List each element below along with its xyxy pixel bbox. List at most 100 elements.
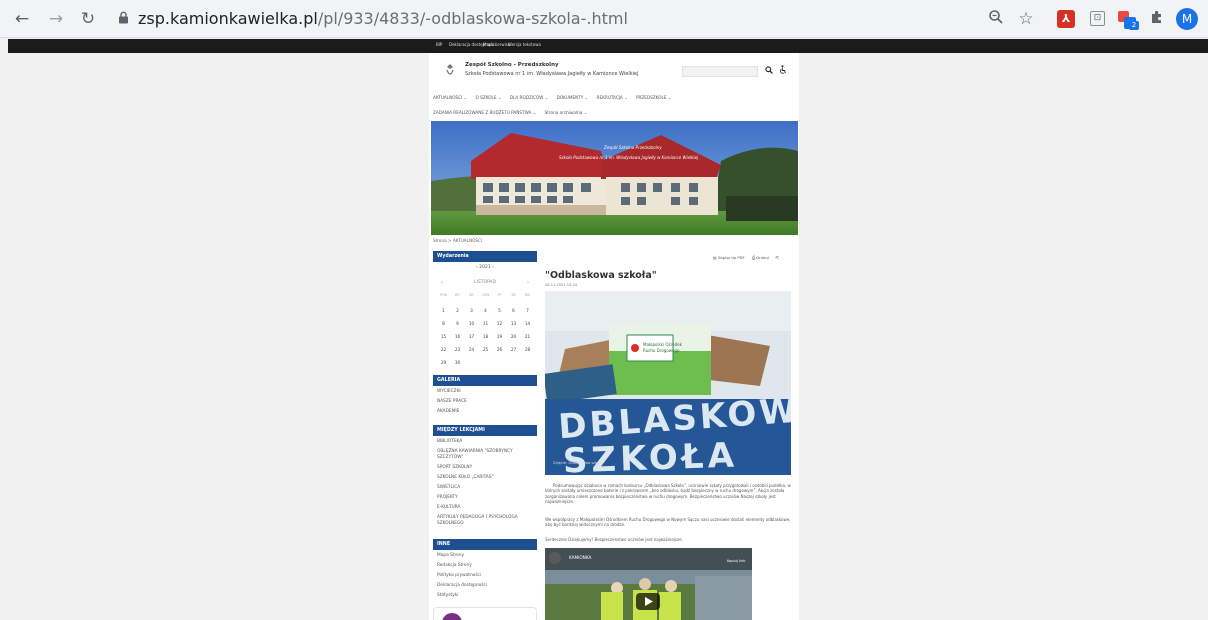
topbar-link-bip[interactable]: BIP (436, 42, 442, 47)
photo-caption: Zdjęcie: Odblaskowa szkoła (553, 461, 603, 465)
menu-item-archiwum[interactable]: Strona archiwalna ⌄ (545, 110, 588, 115)
calendar-day[interactable]: 16 (451, 334, 464, 339)
acrobat-icon[interactable]: ⅄ (1057, 10, 1075, 28)
calendar-day[interactable]: 10 (465, 321, 478, 326)
menu-item-dokumenty[interactable]: DOKUMENTY ⌄ (557, 95, 589, 100)
calendar-day[interactable]: 21 (521, 334, 534, 339)
topbar-link-text-version[interactable]: Wersja tekstowa (508, 42, 541, 47)
lekcje-item[interactable]: BIBLIOTEKA (437, 439, 537, 445)
calendar-day[interactable]: 19 (493, 334, 506, 339)
lekcje-item[interactable]: SZKOLNE KOŁO „CARITAS” (437, 475, 537, 481)
school-subtitle: Szkoła Podstawowa nr 1 im. Władysława Ja… (465, 71, 639, 77)
search-icon[interactable] (765, 66, 773, 76)
calendar-day[interactable]: 4 (479, 308, 492, 313)
menu-item-o-szkole[interactable]: O SZKOLE ⌄ (476, 95, 502, 100)
lekcje-heading: MIĘDZY LEKCJAMI (433, 425, 537, 436)
breadcrumb[interactable]: Strona > AKTUALNOŚCI (433, 238, 482, 243)
inne-item[interactable]: Mapa Strony (437, 553, 537, 559)
video-embed[interactable]: KAMIONKA Kopiuj link (545, 548, 752, 620)
calendar-day[interactable]: 17 (465, 334, 478, 339)
lekcje-item[interactable]: SPORT SZKOLNY (437, 465, 537, 471)
inne-item[interactable]: Redakcja Strony (437, 563, 537, 569)
puzzle-icon[interactable] (1147, 9, 1167, 29)
share-icon[interactable]: < (775, 255, 779, 261)
calendar-next-icon[interactable]: › (527, 280, 529, 286)
calendar-day[interactable]: 11 (479, 321, 492, 326)
calendar-day[interactable]: 13 (507, 321, 520, 326)
browser-toolbar: ← → ↻ zsp.kamionkawielka.pl/pl/933/4833/… (0, 0, 1208, 38)
calendar-day[interactable]: 1 (437, 308, 450, 313)
calendar-day[interactable]: 23 (451, 347, 464, 352)
calendar-day[interactable]: 3 (465, 308, 478, 313)
calendar-day[interactable]: 26 (493, 347, 506, 352)
back-icon[interactable]: ← (12, 9, 32, 29)
site-top-bar: BIP Deklaracja dostępności Mapa serwisu … (8, 39, 1208, 53)
calendar-day[interactable]: 5 (493, 308, 506, 313)
calendar-day[interactable]: 9 (451, 321, 464, 326)
zoom-icon[interactable] (986, 9, 1006, 29)
calendar-month: LISTOPAD (474, 280, 496, 285)
calendar-day[interactable]: 28 (521, 347, 534, 352)
galeria-item[interactable]: WYCIECZKI (437, 389, 537, 395)
profile-avatar[interactable]: M (1176, 8, 1198, 30)
calendar-day[interactable]: 30 (451, 360, 464, 365)
save-pdf-button[interactable]: Zapisz do PDF (718, 255, 745, 260)
lekcje-item[interactable]: PROJEKTY (437, 495, 537, 501)
menu-item-dla-rodzicow[interactable]: DLA RODZICÓW ⌄ (510, 95, 549, 100)
school-banner-image (431, 121, 798, 235)
promo-widget[interactable] (433, 607, 537, 620)
calendar-day[interactable]: 22 (437, 347, 450, 352)
article-photo[interactable]: Małopolski Ośrodek Ruchu Drogowego DBLAS… (545, 291, 791, 475)
svg-text:Ruchu Drogowego: Ruchu Drogowego (643, 348, 680, 353)
menu-item-przedszkole[interactable]: PRZEDSZKOLE ⌄ (636, 95, 671, 100)
calendar-day[interactable]: 27 (507, 347, 520, 352)
calendar-day[interactable]: 7 (521, 308, 534, 313)
video-copy-link[interactable]: Kopiuj link (727, 559, 745, 563)
school-logo-icon[interactable] (444, 63, 456, 79)
calendar-day[interactable]: 20 (507, 334, 520, 339)
galeria-item[interactable]: AKADEMIE (437, 409, 537, 415)
print-icon[interactable]: ⎙ (752, 255, 755, 260)
school-name[interactable]: Zespół Szkolno - Przedszkolny (465, 62, 559, 68)
lekcje-item[interactable]: ŚWIETLICA (437, 485, 537, 491)
calendar-weekday: SB (511, 293, 516, 297)
lekcje-item[interactable]: E-KULTURA (437, 505, 537, 511)
calendar-year[interactable]: ‹ 2021 › (433, 265, 537, 270)
star-icon[interactable]: ☆ (1016, 9, 1036, 29)
lekcje-item[interactable]: OBLĘŻNA KAWIARNIA "SZOBRYNCY SZCZYTÓW" (437, 449, 537, 460)
calendar-day[interactable]: 12 (493, 321, 506, 326)
calendar-day[interactable]: 14 (521, 321, 534, 326)
calendar-day[interactable]: 25 (479, 347, 492, 352)
calendar-day[interactable]: 8 (437, 321, 450, 326)
search-input[interactable] (682, 66, 758, 77)
url-host: zsp.kamionkawielka.pl (138, 9, 318, 28)
calendar-day[interactable]: 6 (507, 308, 520, 313)
calendar-day[interactable]: 24 (465, 347, 478, 352)
play-icon[interactable] (636, 593, 660, 610)
banner-caption-1: Zespół Szkolno-Przedszkolny (604, 145, 662, 150)
menu-item-rekrutacja[interactable]: REKRUTACJA ⌄ (597, 95, 628, 100)
menu-item-aktualnosci[interactable]: AKTUALNOŚCI ⌄ (433, 95, 467, 100)
reload-icon[interactable]: ↻ (78, 9, 98, 29)
lock-icon[interactable] (118, 11, 129, 24)
calendar-day[interactable]: 15 (437, 334, 450, 339)
pdf-icon[interactable]: ▤ (713, 255, 717, 260)
inne-item[interactable]: Polityka prywatności (437, 573, 537, 579)
inne-item[interactable]: Deklaracja dostępności (437, 583, 537, 589)
lekcje-item[interactable]: ARTYKUŁY PEDAGOGA I PSYCHOLOGA SZKOLNEGO (437, 515, 537, 526)
calendar-day[interactable]: 18 (479, 334, 492, 339)
calendar-day[interactable]: 2 (451, 308, 464, 313)
svg-text:Małopolski Ośrodek: Małopolski Ośrodek (643, 342, 683, 347)
topbar-link-sitemap[interactable]: Mapa serwisu (483, 42, 510, 47)
forward-icon[interactable]: → (46, 9, 66, 29)
menu-item-zadania[interactable]: ZADANIA REALIZOWANE Z BUDŻETU PAŃSTWA ⌄ (433, 110, 536, 115)
inne-heading: INNE (433, 539, 537, 550)
print-button[interactable]: Drukuj (756, 255, 768, 260)
extension-icon[interactable]: ⊡ (1090, 11, 1105, 26)
address-bar[interactable]: zsp.kamionkawielka.pl/pl/933/4833/-odbla… (138, 9, 628, 29)
galeria-item[interactable]: NASZE PRACE (437, 399, 537, 405)
calendar-day[interactable]: 29 (437, 360, 450, 365)
accessibility-icon[interactable] (779, 65, 787, 76)
inne-item[interactable]: Statystyki (437, 593, 537, 599)
main-menu-row-1: AKTUALNOŚCI ⌄ O SZKOLE ⌄ DLA RODZICÓW ⌄ … (433, 95, 678, 100)
